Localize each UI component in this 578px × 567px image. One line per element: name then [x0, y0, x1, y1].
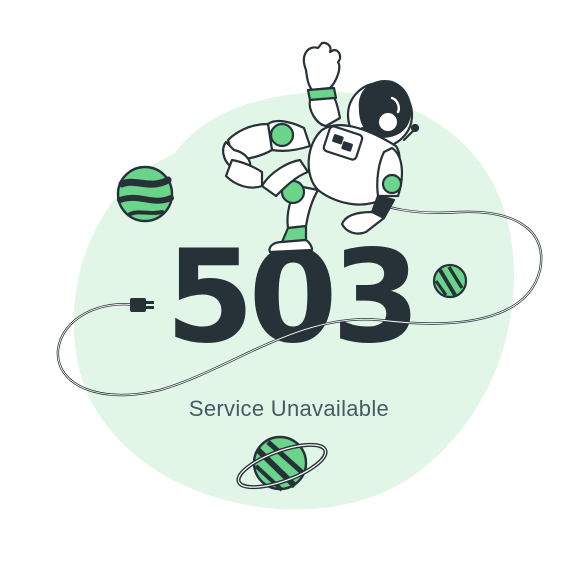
error-code: 503	[165, 223, 420, 372]
error-message: Service Unavailable	[188, 396, 390, 421]
error-illustration: 503 Service Unavailable	[0, 0, 578, 567]
